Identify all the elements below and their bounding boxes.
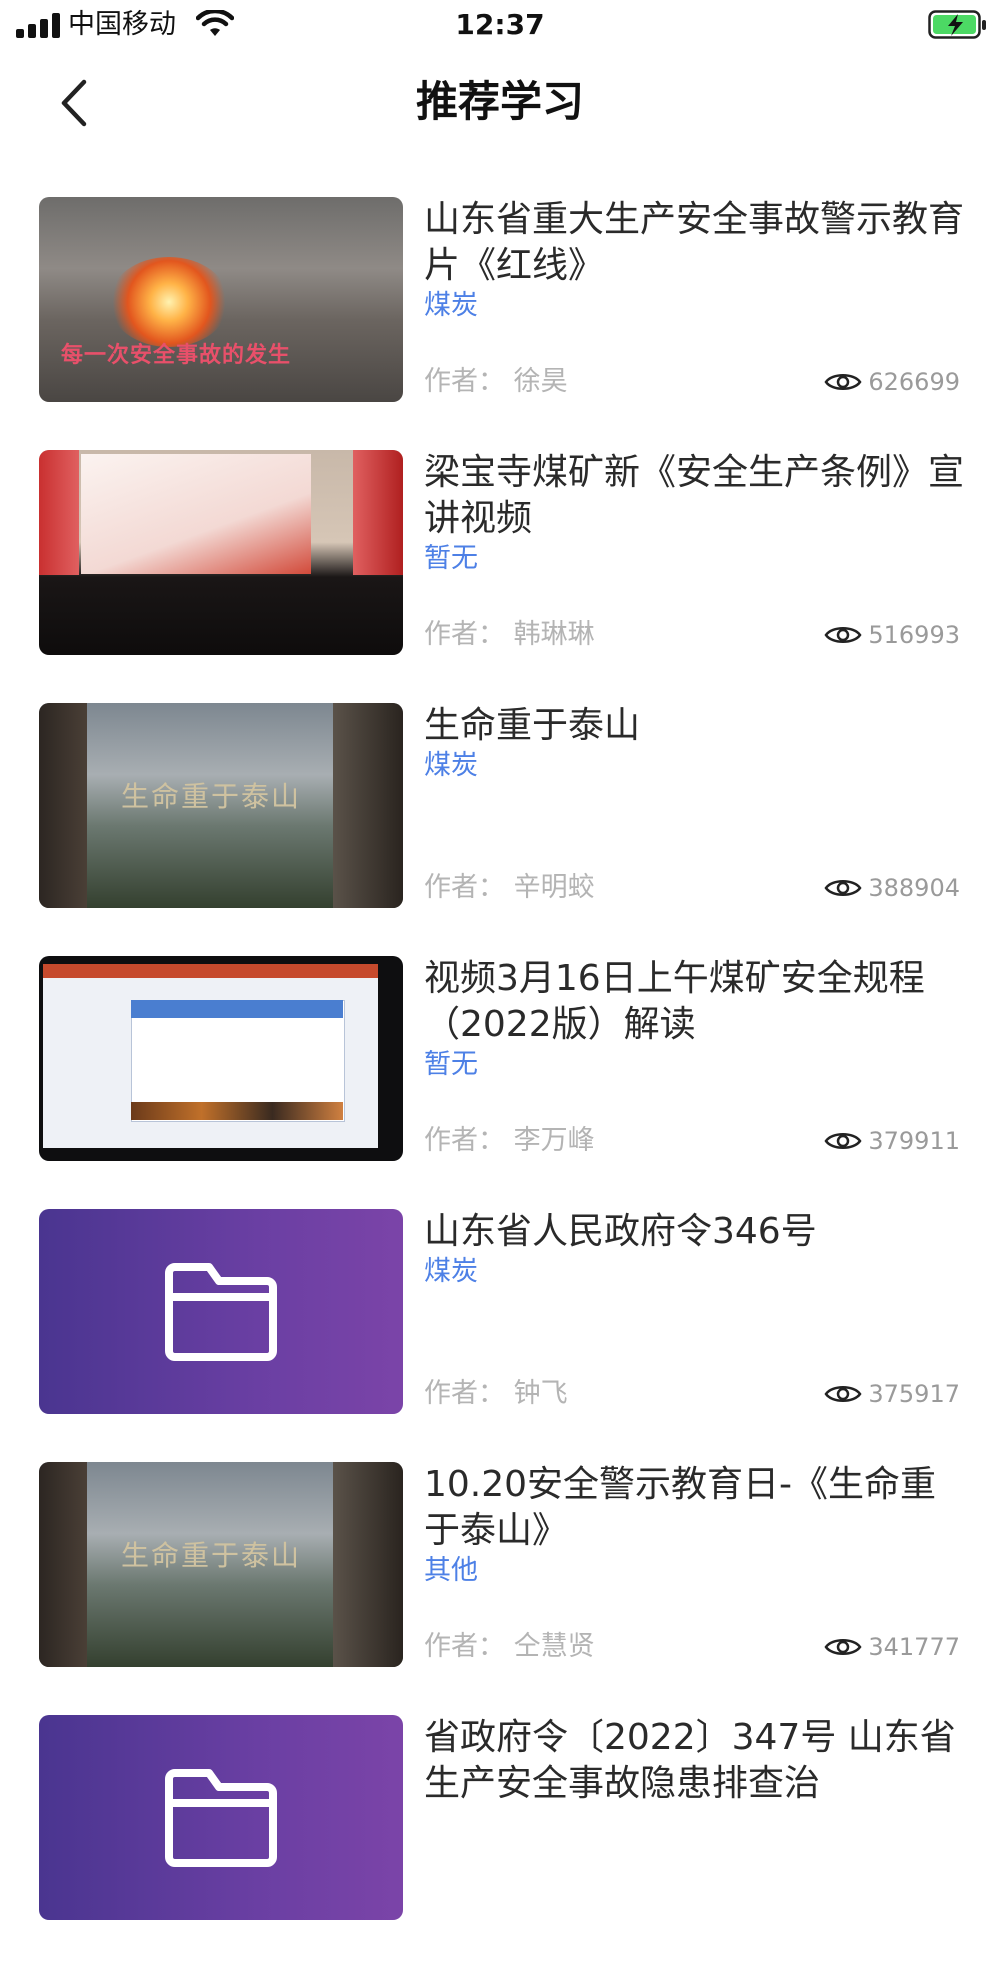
mountain-calligraphy-thumbnail: 生命重于泰山 <box>39 1462 403 1667</box>
view-count-value: 379911 <box>868 1127 960 1155</box>
view-count-value: 626699 <box>868 368 960 396</box>
mountain-calligraphy-thumbnail: 生命重于泰山 <box>39 703 403 908</box>
page-title: 推荐学习 <box>415 77 584 126</box>
list-item[interactable]: 省政府令〔2022〕347号 山东省生产安全事故隐患排查治 <box>0 1715 1000 1921</box>
category-tag: 煤炭 <box>424 1256 478 1287</box>
list-item[interactable]: 视频3月16日上午煤矿安全规程（2022版）解读 暂无 作者： 李万峰 3799… <box>0 956 1000 1162</box>
list-item[interactable]: 山东省人民政府令346号 煤炭 作者： 钟飞 375917 <box>0 1209 1000 1415</box>
category-tag: 暂无 <box>424 543 478 574</box>
video-title: 山东省重大生产安全事故警示教育片《红线》 <box>424 199 964 286</box>
video-title: 省政府令〔2022〕347号 山东省生产安全事故隐患排查治 <box>424 1717 956 1804</box>
category-tag: 其他 <box>424 1555 478 1586</box>
view-count: 626699 <box>824 365 960 399</box>
view-count-value: 375917 <box>868 1380 960 1408</box>
eye-icon <box>824 374 862 390</box>
list-item[interactable]: 梁宝寺煤矿新《安全生产条例》宣讲视频 暂无 作者： 韩琳琳 516993 <box>0 450 1000 656</box>
author-label: 作者： 钟飞 <box>424 1378 568 1409</box>
view-count: 341777 <box>824 1630 960 1664</box>
video-title: 生命重于泰山 <box>424 705 641 746</box>
fire-accident-thumbnail: 每一次安全事故的发生 <box>39 197 403 402</box>
list-item[interactable]: 每一次安全事故的发生 山东省重大生产安全事故警示教育片《红线》 煤炭 作者： 徐… <box>0 197 1000 403</box>
folder-thumbnail <box>39 1209 403 1414</box>
author-label: 作者： 徐昊 <box>424 366 568 397</box>
view-count: 375917 <box>824 1377 960 1411</box>
thumbnail-caption: 每一次安全事故的发生 <box>61 343 292 368</box>
slides-screenshot-thumbnail <box>39 956 403 1161</box>
author-label: 作者： 李万峰 <box>424 1125 595 1156</box>
view-count: 388904 <box>824 871 960 905</box>
list-item[interactable]: 生命重于泰山 10.20安全警示教育日-《生命重于泰山》 其他 作者： 仝慧贤 … <box>0 1462 1000 1668</box>
thumbnail-caption: 生命重于泰山 <box>121 780 302 813</box>
category-tag: 煤炭 <box>424 290 478 321</box>
category-tag: 煤炭 <box>424 750 478 781</box>
eye-icon <box>824 880 862 896</box>
video-title: 视频3月16日上午煤矿安全规程（2022版）解读 <box>424 958 925 1045</box>
folder-icon <box>165 1263 277 1361</box>
status-bar: 中国移动 12:37 <box>0 0 1000 52</box>
view-count-value: 341777 <box>868 1633 960 1661</box>
video-title: 梁宝寺煤矿新《安全生产条例》宣讲视频 <box>424 452 964 539</box>
eye-icon <box>824 1386 862 1402</box>
video-list: 每一次安全事故的发生 山东省重大生产安全事故警示教育片《红线》 煤炭 作者： 徐… <box>0 197 1000 1968</box>
view-count: 379911 <box>824 1124 960 1158</box>
author-label: 作者： 韩琳琳 <box>424 619 595 650</box>
view-count-value: 388904 <box>868 874 960 902</box>
thumbnail-caption: 生命重于泰山 <box>121 1539 302 1572</box>
view-count: 516993 <box>824 618 960 652</box>
nav-bar: 推荐学习 <box>0 52 1000 152</box>
list-item[interactable]: 生命重于泰山 生命重于泰山 煤炭 作者： 辛明蛟 388904 <box>0 703 1000 909</box>
eye-icon <box>824 1639 862 1655</box>
lecture-hall-thumbnail <box>39 450 403 655</box>
status-time: 12:37 <box>455 8 545 41</box>
author-label: 作者： 辛明蛟 <box>424 872 595 903</box>
author-label: 作者： 仝慧贤 <box>424 1631 595 1662</box>
video-title: 山东省人民政府令346号 <box>424 1211 817 1252</box>
folder-thumbnail <box>39 1715 403 1920</box>
category-tag: 暂无 <box>424 1049 478 1080</box>
folder-icon <box>165 1769 277 1867</box>
view-count-value: 516993 <box>868 621 960 649</box>
eye-icon <box>824 1133 862 1149</box>
battery-charging-icon <box>928 10 988 44</box>
video-title: 10.20安全警示教育日-《生命重于泰山》 <box>424 1464 937 1551</box>
eye-icon <box>824 627 862 643</box>
